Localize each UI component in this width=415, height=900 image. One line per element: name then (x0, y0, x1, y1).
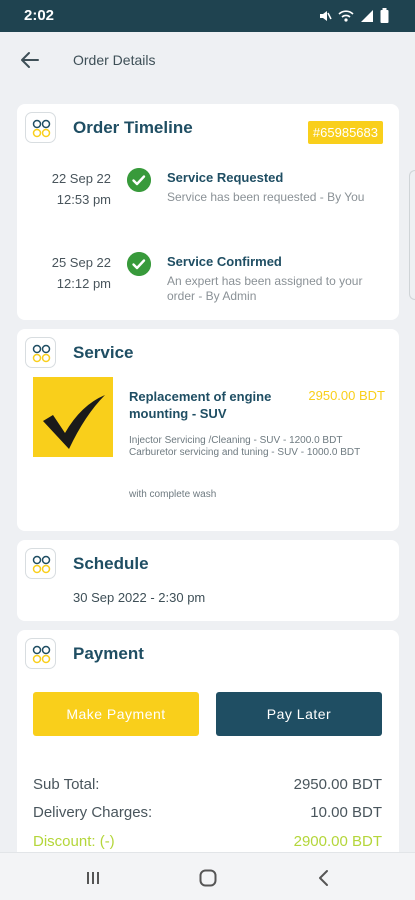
service-logo (33, 377, 113, 457)
mute-icon (320, 10, 332, 21)
section-grid-icon (25, 548, 56, 579)
event-title: Service Requested (167, 170, 284, 185)
discount-row: Discount: (-) 2900.00 BDT (33, 833, 382, 850)
event-date: 25 Sep 22 (51, 255, 111, 270)
recent-apps-icon[interactable] (82, 867, 104, 889)
scroll-edge-indicator (409, 170, 415, 300)
section-grid-icon (25, 337, 56, 368)
check-circle-icon (127, 168, 151, 192)
battery-icon (380, 8, 389, 23)
subtotal-row: Sub Total: 2950.00 BDT (33, 776, 382, 793)
service-price: 2950.00 BDT (308, 388, 385, 403)
delivery-value: 10.00 BDT (310, 804, 382, 821)
event-description: Service has been requested - By You (167, 190, 365, 204)
delivery-label: Delivery Charges: (33, 804, 153, 821)
service-note: with complete wash (129, 489, 217, 500)
home-icon[interactable] (197, 867, 219, 889)
page-title: Order Details (73, 52, 156, 68)
app-bar: Order Details (0, 32, 415, 88)
discount-value: 2900.00 BDT (293, 833, 382, 850)
event-time: 12:53 pm (56, 192, 111, 207)
payment-card: Payment Make Payment Pay Later Sub Total… (17, 630, 399, 860)
payment-title: Payment (73, 644, 144, 663)
pay-later-button[interactable]: Pay Later (216, 692, 382, 736)
wifi-icon (338, 9, 354, 22)
schedule-card: Schedule 30 Sep 2022 - 2:30 pm (17, 540, 399, 621)
status-time: 2:02 (24, 7, 55, 24)
back-nav-icon[interactable] (313, 867, 335, 889)
event-date: 22 Sep 22 (51, 171, 111, 186)
subtotal-label: Sub Total: (33, 776, 100, 793)
discount-label: Discount: (-) (33, 833, 115, 850)
make-payment-button[interactable]: Make Payment (33, 692, 199, 736)
order-id-badge: #65985683 (307, 121, 383, 144)
service-title: Service (73, 343, 134, 362)
subtotal-value: 2950.00 BDT (293, 776, 382, 793)
service-item: Injector Servicing /Cleaning - SUV - 120… (129, 435, 343, 446)
status-bar: 2:02 (0, 0, 415, 32)
service-card: Service Replacement of engine mounting -… (17, 329, 399, 531)
order-timeline-card: Order Timeline #65985683 22 Sep 22 12:53… (17, 104, 399, 320)
service-items: Injector Servicing /Cleaning - SUV - 120… (129, 435, 391, 459)
signal-icon (361, 9, 373, 22)
event-time: 12:12 pm (56, 276, 111, 291)
section-grid-icon (25, 112, 56, 143)
system-nav-bar (0, 852, 415, 900)
timeline-title: Order Timeline (73, 118, 193, 137)
service-name: Replacement of engine mounting - SUV (129, 389, 272, 421)
delivery-row: Delivery Charges: 10.00 BDT (33, 804, 382, 821)
service-item: Carburetor servicing and tuning - SUV - … (129, 447, 361, 458)
event-description: An expert has been assigned to your orde… (167, 274, 363, 303)
event-title: Service Confirmed (167, 254, 282, 269)
section-grid-icon (25, 638, 56, 669)
schedule-datetime: 30 Sep 2022 - 2:30 pm (73, 590, 206, 605)
check-circle-icon (127, 252, 151, 276)
schedule-title: Schedule (73, 554, 149, 573)
arrow-left-icon[interactable] (18, 48, 42, 72)
